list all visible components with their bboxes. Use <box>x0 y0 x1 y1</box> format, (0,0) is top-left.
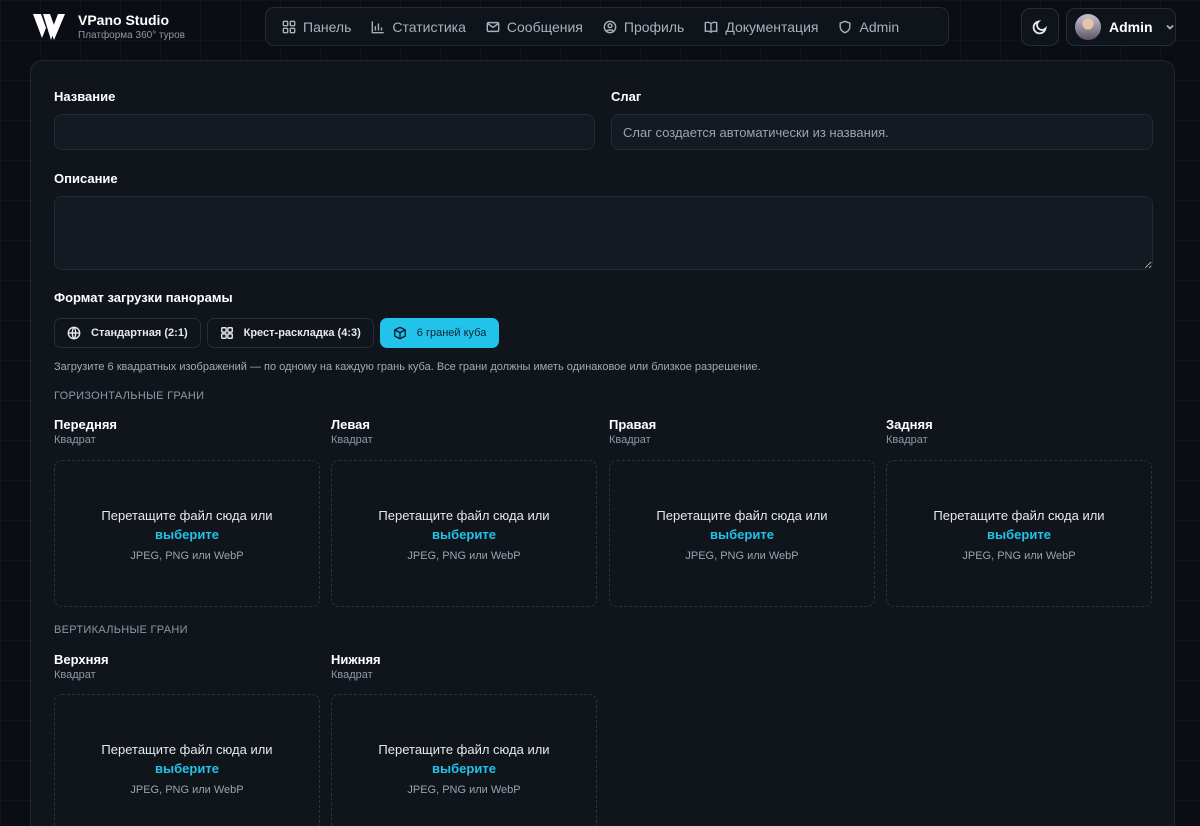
book-icon <box>704 21 718 33</box>
avatar <box>1075 14 1101 40</box>
nav-item-label: Документация <box>725 18 819 35</box>
face-front-name: Передняя <box>54 417 118 432</box>
format-label: Формат загрузки панорамы <box>54 290 233 305</box>
face-top-dropzone[interactable]: Перетащите файл сюда или выберите JPEG, … <box>54 694 320 826</box>
dropzone-formats: JPEG, PNG или WebP <box>962 549 1076 562</box>
format-cross-button[interactable]: Крест-раскладка (4:3) <box>206 318 374 348</box>
dropzone-browse-link[interactable]: выберите <box>710 525 774 544</box>
moon-icon <box>1032 20 1047 35</box>
user-circle-icon <box>603 20 617 33</box>
dropzone-browse-link[interactable]: выберите <box>987 525 1051 544</box>
nav-item-messages[interactable]: Сообщения <box>476 12 593 42</box>
nav-item-docs[interactable]: Документация <box>694 12 828 42</box>
nav-item-label: Профиль <box>623 18 685 35</box>
grid-icon <box>220 327 233 339</box>
face-right-name: Правая <box>609 417 657 432</box>
face-back-dropzone[interactable]: Перетащите файл сюда или выберите JPEG, … <box>886 460 1152 607</box>
face-left-name: Левая <box>331 417 370 432</box>
shield-icon <box>839 20 851 33</box>
horizontal-faces-title: ГОРИЗОНТАЛЬНЫЕ ГРАНИ <box>54 390 205 402</box>
nav-item-dashboard[interactable]: Панель <box>272 12 361 42</box>
face-front-sub: Квадрат <box>54 434 96 446</box>
format-label-text: Крест-раскладка (4:3) <box>243 327 361 339</box>
chevron-down-icon <box>1165 24 1174 30</box>
nav-item-statistics[interactable]: Статистика <box>361 12 476 42</box>
vpano-logo-icon[interactable] <box>32 12 66 42</box>
description-textarea[interactable] <box>54 196 1153 270</box>
face-right-dropzone[interactable]: Перетащите файл сюда или выберите JPEG, … <box>609 460 875 607</box>
dropzone-text: Перетащите файл сюда или <box>101 507 273 523</box>
dropzone-text: Перетащите файл сюда или <box>378 507 550 523</box>
brand-subtitle: Платформа 360° туров <box>78 30 185 41</box>
nav-item-label: Сообщения <box>506 18 583 35</box>
user-menu-button[interactable]: Admin <box>1066 8 1176 46</box>
nav-item-label: Статистика <box>392 18 466 35</box>
face-left-sub: Квадрат <box>331 434 373 446</box>
dropzone-browse-link[interactable]: выберите <box>155 525 219 544</box>
dropzone-text: Перетащите файл сюда или <box>101 741 273 757</box>
slug-label: Слаг <box>611 89 642 104</box>
nav-item-admin[interactable]: Admin <box>828 12 909 42</box>
dropzone-formats: JPEG, PNG или WebP <box>407 783 521 796</box>
description-label: Описание <box>54 171 118 186</box>
dropzone-formats: JPEG, PNG или WebP <box>130 549 244 562</box>
cube-icon <box>393 326 406 340</box>
dropzone-text: Перетащите файл сюда или <box>378 741 550 757</box>
dropzone-formats: JPEG, PNG или WebP <box>407 549 521 562</box>
face-bottom-dropzone[interactable]: Перетащите файл сюда или выберите JPEG, … <box>331 694 597 826</box>
user-name: Admin <box>1109 19 1153 35</box>
tour-form-card: Название Слаг Описание Формат загрузки п… <box>30 60 1175 826</box>
format-label-text: 6 граней куба <box>416 327 487 339</box>
globe-icon <box>67 326 81 340</box>
nav-item-profile[interactable]: Профиль <box>593 12 694 42</box>
dropzone-browse-link[interactable]: выберите <box>432 759 496 778</box>
format-selector: Стандартная (2:1) Крест-раскладка (4:3) … <box>54 318 500 348</box>
face-bottom-name: Нижняя <box>331 652 381 667</box>
dropzone-text: Перетащите файл сюда или <box>933 507 1105 523</box>
face-top-sub: Квадрат <box>54 669 96 681</box>
face-left-dropzone[interactable]: Перетащите файл сюда или выберите JPEG, … <box>331 460 597 607</box>
face-right-sub: Квадрат <box>609 434 651 446</box>
nav-item-label: Admin <box>859 18 900 35</box>
format-label-text: Стандартная (2:1) <box>91 327 188 339</box>
theme-toggle-button[interactable] <box>1021 8 1059 46</box>
format-hint: Загрузите 6 квадратных изображений — по … <box>54 361 761 373</box>
bar-chart-icon <box>371 20 385 33</box>
face-top-name: Верхняя <box>54 652 109 667</box>
face-bottom-sub: Квадрат <box>331 669 373 681</box>
dropzone-browse-link[interactable]: выберите <box>155 759 219 778</box>
dropzone-formats: JPEG, PNG или WebP <box>685 549 799 562</box>
title-label: Название <box>54 89 116 104</box>
slug-input[interactable] <box>611 114 1153 150</box>
nav-item-label: Панель <box>303 18 352 35</box>
format-cube-button[interactable]: 6 граней куба <box>379 318 500 348</box>
face-front-dropzone[interactable]: Перетащите файл сюда или выберите JPEG, … <box>54 460 320 607</box>
face-back-sub: Квадрат <box>886 434 928 446</box>
mail-icon <box>486 21 500 32</box>
title-input[interactable] <box>54 114 595 150</box>
format-standard-button[interactable]: Стандартная (2:1) <box>54 318 201 348</box>
vertical-faces-title: ВЕРТИКАЛЬНЫЕ ГРАНИ <box>54 624 188 636</box>
main-nav: Панель Статистика Сообщения Профиль Доку… <box>265 7 949 46</box>
dropzone-browse-link[interactable]: выберите <box>432 525 496 544</box>
dropzone-formats: JPEG, PNG или WebP <box>130 783 244 796</box>
brand-name: VPano Studio <box>78 12 169 28</box>
top-header: VPano Studio Платформа 360° туров Панель… <box>0 0 1200 56</box>
dashboard-icon <box>282 20 296 33</box>
dropzone-text: Перетащите файл сюда или <box>656 507 828 523</box>
face-back-name: Задняя <box>886 417 933 432</box>
